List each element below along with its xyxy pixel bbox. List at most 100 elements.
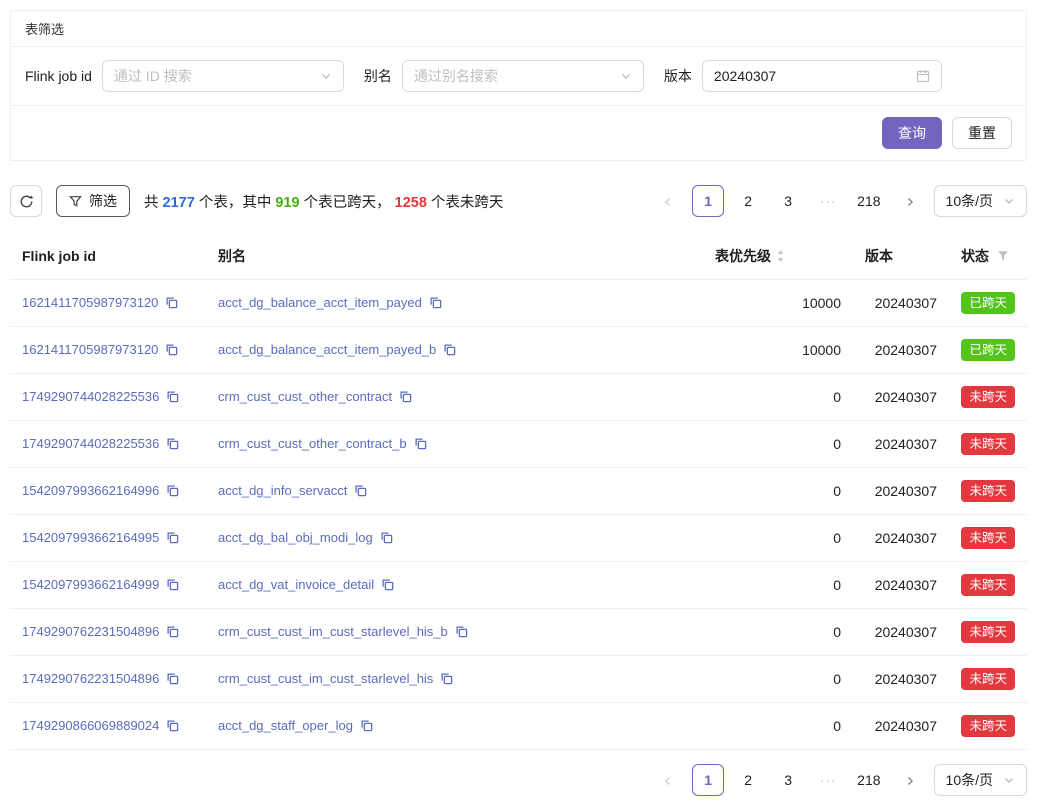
- col-header-job-id: Flink job id: [10, 233, 206, 280]
- alias-link[interactable]: crm_cust_cust_other_contract: [218, 389, 392, 404]
- page-button[interactable]: 218: [852, 764, 885, 796]
- chevron-left-icon: [662, 196, 674, 208]
- alias-link[interactable]: crm_cust_cust_other_contract_b: [218, 436, 407, 451]
- copy-button[interactable]: [166, 531, 179, 547]
- alias-link[interactable]: acct_dg_vat_invoice_detail: [218, 577, 374, 592]
- job-id-link[interactable]: 1542097993662164995: [22, 530, 159, 545]
- filter-card: 表筛选 Flink job id 通过 ID 搜索 别名 通过别名搜索 版本: [10, 10, 1027, 161]
- next-page-button[interactable]: [894, 764, 926, 796]
- table-row: 1749290762231504896 crm_cust_cust_im_cust…: [10, 656, 1027, 703]
- copy-button[interactable]: [381, 578, 394, 594]
- job-id-cell: 1749290744028225536: [10, 374, 206, 421]
- page-button[interactable]: 3: [772, 764, 804, 796]
- next-page-button[interactable]: [894, 185, 926, 217]
- priority-value: 0: [703, 421, 853, 468]
- flink-job-id-label: Flink job id: [25, 68, 92, 84]
- alias-cell: crm_cust_cust_other_contract_b: [206, 421, 703, 468]
- copy-button[interactable]: [166, 484, 179, 500]
- page-button[interactable]: 1: [692, 185, 724, 217]
- version-value: 20240307: [853, 421, 949, 468]
- copy-button[interactable]: [414, 437, 427, 453]
- page-button[interactable]: 218: [852, 185, 885, 217]
- alias-link[interactable]: acct_dg_balance_acct_item_payed: [218, 295, 422, 310]
- col-header-priority-label: 表优先级: [715, 248, 771, 264]
- chevron-down-icon: [620, 70, 632, 82]
- alias-link[interactable]: crm_cust_cust_im_cust_starlevel_his: [218, 671, 433, 686]
- alias-link[interactable]: acct_dg_balance_acct_item_payed_b: [218, 342, 436, 357]
- copy-button[interactable]: [165, 343, 178, 359]
- job-id-link[interactable]: 1749290762231504896: [22, 624, 159, 639]
- reset-button[interactable]: 重置: [952, 117, 1012, 149]
- filter-icon[interactable]: [997, 250, 1009, 262]
- crossed-count: 919: [275, 195, 299, 211]
- copy-button[interactable]: [166, 719, 179, 735]
- chevron-down-icon: [320, 70, 332, 82]
- prev-page-button[interactable]: [652, 185, 684, 217]
- alias-cell: crm_cust_cust_im_cust_starlevel_his: [206, 656, 703, 703]
- copy-button[interactable]: [354, 484, 367, 500]
- version-date-picker[interactable]: 20240307: [702, 60, 942, 92]
- version-value: 20240307: [853, 562, 949, 609]
- prev-page-button[interactable]: [652, 764, 684, 796]
- total-count: 2177: [163, 195, 195, 211]
- page-size-label: 10条/页: [946, 770, 993, 790]
- flink-job-id-select[interactable]: 通过 ID 搜索: [102, 60, 344, 92]
- copy-icon: [166, 719, 179, 732]
- copy-icon: [166, 672, 179, 685]
- copy-button[interactable]: [166, 672, 179, 688]
- copy-button[interactable]: [166, 625, 179, 641]
- search-button[interactable]: 查询: [882, 117, 942, 149]
- job-id-link[interactable]: 1749290744028225536: [22, 436, 159, 451]
- priority-value: 0: [703, 703, 853, 750]
- alias-link[interactable]: crm_cust_cust_im_cust_starlevel_his_b: [218, 624, 448, 639]
- col-header-priority[interactable]: 表优先级: [703, 233, 853, 280]
- job-id-link[interactable]: 1542097993662164999: [22, 577, 159, 592]
- filter-toggle-button[interactable]: 筛选: [56, 185, 130, 217]
- alias-link[interactable]: acct_dg_bal_obj_modi_log: [218, 530, 373, 545]
- bottom-bar: 123···218 10条/页: [10, 764, 1027, 796]
- job-id-link[interactable]: 1621411705987973120: [22, 342, 158, 357]
- refresh-button[interactable]: [10, 185, 42, 217]
- page-button[interactable]: 2: [732, 185, 764, 217]
- job-id-link[interactable]: 1749290866069889024: [22, 718, 159, 733]
- copy-icon: [166, 437, 179, 450]
- copy-button[interactable]: [166, 390, 179, 406]
- pager-ellipsis[interactable]: ···: [812, 185, 844, 217]
- pager-ellipsis[interactable]: ···: [812, 764, 844, 796]
- page-size-select[interactable]: 10条/页: [934, 185, 1027, 217]
- job-id-link[interactable]: 1621411705987973120: [22, 295, 158, 310]
- page-button[interactable]: 1: [692, 764, 724, 796]
- copy-button[interactable]: [399, 390, 412, 406]
- page-size-select[interactable]: 10条/页: [934, 764, 1027, 796]
- copy-button[interactable]: [380, 531, 393, 547]
- page-button[interactable]: 3: [772, 185, 804, 217]
- priority-value: 0: [703, 468, 853, 515]
- copy-button[interactable]: [440, 672, 453, 688]
- table-row: 1749290744028225536 crm_cust_cust_other_c…: [10, 421, 1027, 468]
- copy-button[interactable]: [429, 296, 442, 312]
- alias-link[interactable]: acct_dg_staff_oper_log: [218, 718, 353, 733]
- priority-value: 0: [703, 515, 853, 562]
- sort-icon: [776, 249, 785, 263]
- summary-text: 个表未跨天: [427, 195, 504, 211]
- copy-button[interactable]: [455, 625, 468, 641]
- job-id-link[interactable]: 1749290762231504896: [22, 671, 159, 686]
- alias-select[interactable]: 通过别名搜索: [402, 60, 644, 92]
- job-id-link[interactable]: 1542097993662164996: [22, 483, 159, 498]
- alias-link[interactable]: acct_dg_info_servacct: [218, 483, 347, 498]
- filter-icon: [69, 195, 82, 208]
- alias-cell: acct_dg_vat_invoice_detail: [206, 562, 703, 609]
- chevron-down-icon: [1003, 774, 1015, 786]
- status-badge: 未跨天: [961, 621, 1015, 643]
- version-value: 20240307: [853, 374, 949, 421]
- copy-button[interactable]: [166, 578, 179, 594]
- copy-button[interactable]: [360, 719, 373, 735]
- copy-button[interactable]: [166, 437, 179, 453]
- copy-button[interactable]: [165, 296, 178, 312]
- job-id-link[interactable]: 1749290744028225536: [22, 389, 159, 404]
- page-size-label: 10条/页: [946, 191, 993, 211]
- page-button[interactable]: 2: [732, 764, 764, 796]
- status-cell: 未跨天: [949, 609, 1027, 656]
- copy-button[interactable]: [443, 343, 456, 359]
- col-header-alias: 别名: [206, 233, 703, 280]
